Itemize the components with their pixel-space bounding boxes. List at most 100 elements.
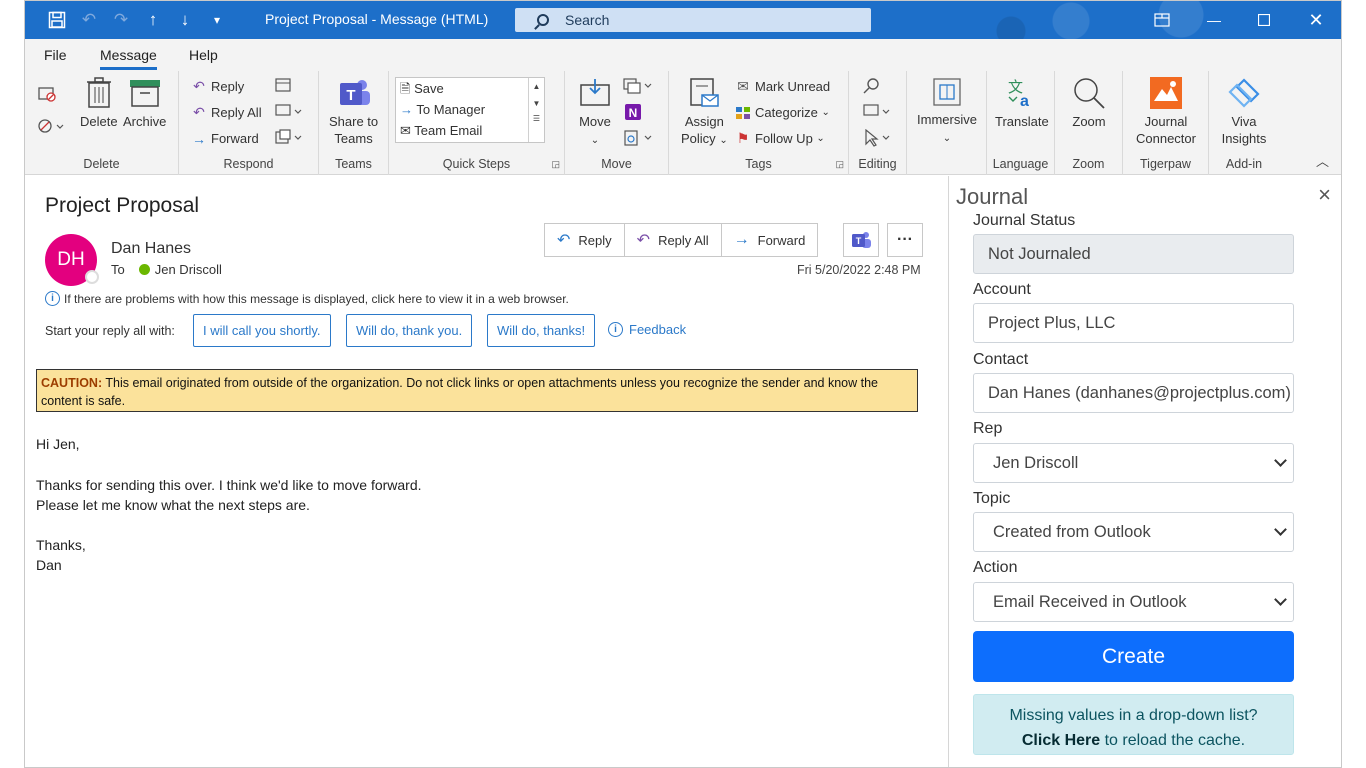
follow-up-label: Follow Up: [755, 131, 813, 146]
immersive-dropdown-icon: ⌄: [942, 133, 952, 144]
zoom-group: Zoom Zoom: [1055, 71, 1123, 175]
down-arrow-icon[interactable]: ↓: [173, 8, 197, 32]
tigerpaw-group-label: Tigerpaw: [1140, 157, 1191, 171]
delete-label: Delete: [80, 114, 118, 129]
body-closing: Thanks,: [36, 537, 86, 553]
scroll-up-icon[interactable]: ▲: [529, 82, 544, 91]
language-group: 文a Translate Language: [987, 71, 1055, 175]
reply-button[interactable]: ↶ Reply: [191, 78, 244, 94]
follow-up-button[interactable]: ⚑ Follow Up ⌄: [735, 130, 825, 146]
rules-icon[interactable]: [623, 77, 653, 95]
zoom-button[interactable]: Zoom: [1065, 77, 1113, 130]
mark-unread-button[interactable]: ✉ Mark Unread: [735, 78, 830, 94]
suggested-reply-3[interactable]: Will do, thanks!: [487, 314, 596, 347]
action-label: Action: [973, 559, 1018, 576]
select-icon[interactable]: [863, 129, 893, 147]
account-field[interactable]: Project Plus, LLC: [973, 303, 1294, 343]
expand-gallery-icon[interactable]: ☰: [529, 114, 544, 123]
journal-connector-button[interactable]: Journal Connector: [1129, 77, 1203, 147]
ribbon-display-icon[interactable]: [1139, 1, 1185, 39]
to-manager-icon: →: [400, 102, 413, 117]
scroll-down-icon[interactable]: ▼: [529, 99, 544, 108]
translate-button[interactable]: 文a Translate: [995, 77, 1049, 130]
ribbon-tabs: File Message Help: [25, 39, 1341, 71]
reply-all-button[interactable]: ↶ Reply All: [191, 104, 261, 120]
message-date: Fri 5/20/2022 2:48 PM: [797, 263, 921, 277]
svg-text:a: a: [1020, 93, 1029, 109]
contact-field[interactable]: Dan Hanes (danhanes@projectplus.com): [973, 373, 1294, 413]
journal-status-field: Not Journaled: [973, 234, 1294, 274]
assign-policy-button[interactable]: Assign Policy ⌄: [681, 77, 728, 149]
message-reply-all-button[interactable]: ↶ Reply All: [625, 224, 722, 256]
message-actions: ↶ Reply ↶ Reply All → Forward: [544, 223, 819, 257]
quick-step-to-manager[interactable]: → To Manager: [400, 102, 485, 117]
collapse-ribbon-icon[interactable]: ︿: [1316, 151, 1329, 170]
related-icon[interactable]: [863, 103, 893, 119]
forward-button[interactable]: → Forward: [191, 131, 259, 147]
svg-text:N: N: [629, 106, 638, 120]
search-box[interactable]: Search: [515, 8, 871, 32]
save-icon[interactable]: [45, 8, 69, 32]
info-bar[interactable]: i If there are problems with how this me…: [45, 291, 569, 306]
cleanup-icon[interactable]: [37, 117, 65, 139]
available-status-icon: [138, 264, 150, 275]
tags-dialog-launcher-icon[interactable]: ◲: [835, 159, 844, 170]
message-reply-button[interactable]: ↶ Reply: [545, 224, 625, 256]
forward-label: Forward: [211, 131, 259, 146]
more-respond-icon[interactable]: [275, 129, 303, 145]
dialog-launcher-icon[interactable]: ◲: [551, 159, 560, 170]
tab-file[interactable]: File: [44, 47, 67, 63]
topic-select[interactable]: Created from Outlook: [973, 512, 1294, 552]
categorize-icon: [735, 106, 751, 120]
viva-insights-button[interactable]: Viva Insights: [1217, 77, 1271, 147]
move-button[interactable]: Move ⌄: [579, 77, 611, 149]
suggested-reply-2[interactable]: Will do, thank you.: [346, 314, 473, 347]
onenote-icon[interactable]: N: [623, 103, 643, 121]
action-select[interactable]: Email Received in Outlook: [973, 582, 1294, 622]
customize-toolbar-icon[interactable]: ▾: [205, 8, 229, 32]
message-subject: Project Proposal: [45, 194, 200, 217]
more-options-icon[interactable]: ···: [887, 223, 923, 257]
move-label: Move: [579, 114, 611, 129]
close-pane-icon[interactable]: ×: [1318, 182, 1331, 208]
suggested-reply-1[interactable]: I will call you shortly.: [193, 314, 331, 347]
feedback-link[interactable]: i Feedback: [608, 322, 686, 337]
close-window-icon[interactable]: ✕: [1293, 1, 1339, 39]
undo-icon[interactable]: ↶: [77, 8, 101, 32]
find-icon[interactable]: [863, 77, 881, 95]
actions-icon[interactable]: [623, 129, 653, 147]
rep-select[interactable]: Jen Driscoll: [973, 443, 1294, 483]
quick-step-save[interactable]: 🗎 Save: [400, 80, 444, 102]
avatar[interactable]: DH: [45, 234, 99, 286]
recipient-name[interactable]: Jen Driscoll: [155, 262, 222, 277]
avatar-initials: DH: [57, 249, 85, 270]
categorize-button[interactable]: Categorize ⌄: [735, 105, 830, 120]
quick-step-team-email[interactable]: ✉ Team Email: [400, 123, 482, 139]
journal-connector-label-2: Connector: [1136, 131, 1196, 146]
minimize-icon[interactable]: —: [1191, 1, 1237, 39]
sender-name[interactable]: Dan Hanes: [111, 240, 191, 258]
up-arrow-icon[interactable]: ↑: [141, 8, 165, 32]
click-here-link[interactable]: Click Here: [1022, 732, 1100, 749]
share-to-teams-label-2: Teams: [334, 131, 373, 146]
delete-button[interactable]: Delete: [80, 77, 118, 130]
ignore-icon[interactable]: [37, 85, 57, 107]
redo-icon[interactable]: ↷: [109, 8, 133, 32]
editing-group: Editing: [849, 71, 907, 175]
im-reply-icon[interactable]: [275, 103, 303, 119]
teams-share-button[interactable]: T: [843, 223, 879, 257]
meeting-reply-icon[interactable]: [275, 77, 293, 93]
archive-button[interactable]: Archive: [123, 77, 166, 130]
share-to-teams-button[interactable]: T Share to Teams: [329, 77, 378, 147]
tab-message[interactable]: Message: [100, 47, 157, 70]
quick-steps-scroll[interactable]: ▲ ▼ ☰: [528, 78, 544, 142]
message-forward-button[interactable]: → Forward: [722, 224, 818, 256]
move-group-label: Move: [601, 157, 632, 171]
create-button[interactable]: Create: [973, 631, 1294, 682]
journal-connector-label-1: Journal: [1144, 114, 1188, 129]
immersive-reader-button[interactable]: Immersive ⌄: [913, 77, 981, 147]
maximize-icon[interactable]: [1241, 1, 1287, 39]
tab-help[interactable]: Help: [189, 47, 218, 63]
caution-banner: CAUTION: This email originated from outs…: [36, 369, 918, 412]
message-pane: Project Proposal DH Dan Hanes To Jen Dri…: [25, 176, 948, 767]
